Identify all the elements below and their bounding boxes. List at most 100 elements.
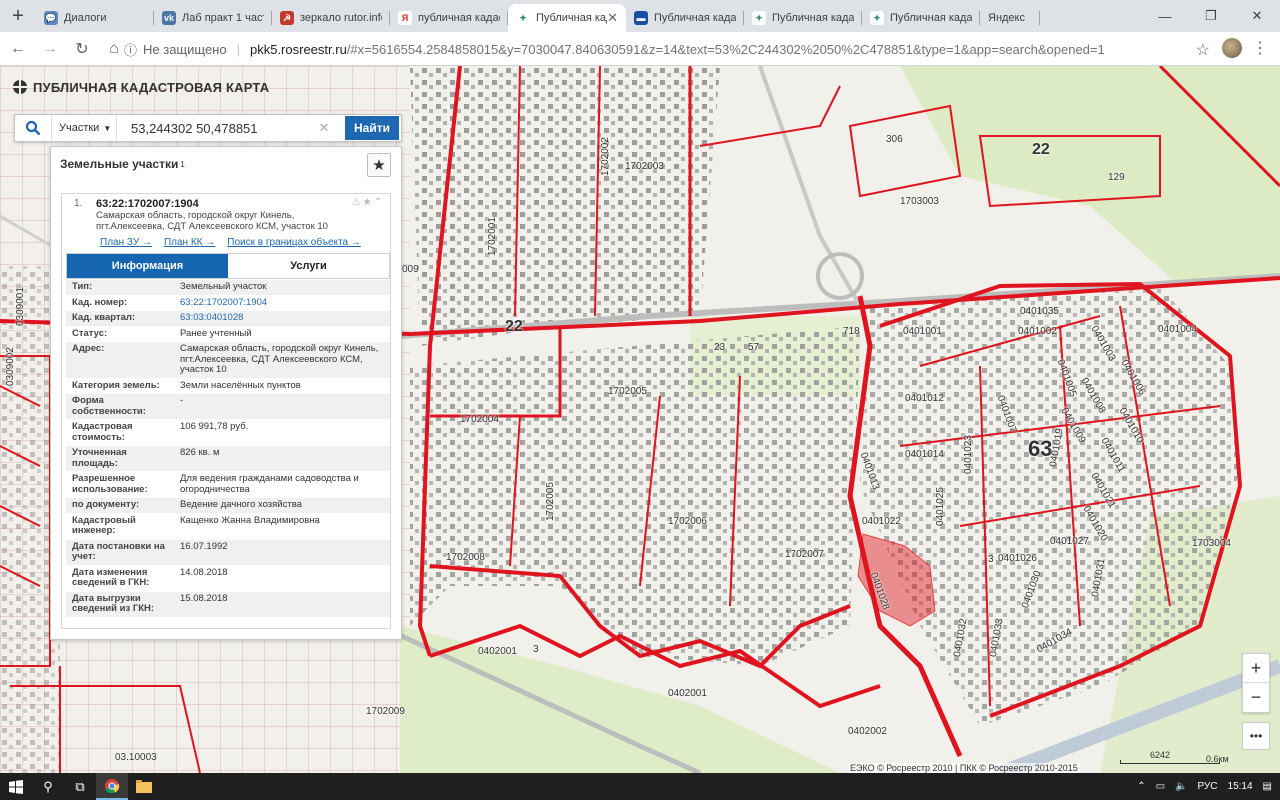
- maximize-icon[interactable]: ❐: [1188, 0, 1234, 32]
- search-button[interactable]: Найти: [345, 116, 399, 140]
- task-view-icon[interactable]: ⧉: [64, 773, 96, 800]
- map-label: 1703004: [1192, 538, 1231, 549]
- info-row: Статус: Ранее учтенный: [66, 327, 390, 342]
- map-label: 0402001: [478, 646, 517, 657]
- info-row: Тип: Земельный участок: [66, 280, 390, 296]
- link-search-bounds[interactable]: Поиск в границах объекта →: [227, 237, 361, 248]
- map-label: 1702005: [608, 386, 647, 397]
- up-arrow-icon[interactable]: ⌃: [1137, 781, 1145, 792]
- info-row: Уточненная площадь: 826 кв. м: [66, 446, 390, 472]
- tab-title: Лаб практ 1 часть: [182, 12, 264, 24]
- address-bar[interactable]: ⓘ Не защищено | pkk5.rosreestr.ru /#x=56…: [124, 36, 1214, 62]
- browser-tab[interactable]: ▬ Публичная кадаст: [626, 4, 744, 32]
- favorites-star-icon[interactable]: ★: [367, 153, 391, 177]
- reload-icon[interactable]: ↻: [68, 35, 96, 63]
- windows-start-icon[interactable]: [0, 773, 32, 800]
- map-label: 0401002: [1018, 326, 1057, 337]
- back-icon[interactable]: ←: [4, 35, 32, 63]
- network-icon[interactable]: ▭: [1156, 781, 1165, 792]
- forward-icon[interactable]: →: [36, 35, 64, 63]
- info-value[interactable]: 63:03:0401028: [174, 312, 390, 324]
- file-explorer-icon[interactable]: [128, 773, 160, 800]
- result-links: План ЗУ → План КК → Поиск в границах объ…: [100, 237, 361, 248]
- map-label: 22: [1032, 141, 1050, 158]
- info-row: Кад. квартал: 63:03:0401028: [66, 311, 390, 327]
- tab-information[interactable]: Информация: [67, 254, 228, 278]
- zoom-in-icon[interactable]: +: [1243, 654, 1269, 683]
- screen: + 💬 Диалоги vk Лаб практ 1 часть ☭ зеркало ru…: [0, 0, 1280, 800]
- new-tab-icon[interactable]: +: [0, 0, 36, 32]
- language-indicator[interactable]: РУС: [1197, 781, 1217, 792]
- tab-favicon-icon: ✦: [516, 11, 530, 25]
- browser-tab[interactable]: ✦ Публичная кадаст✕: [508, 4, 626, 32]
- app-title[interactable]: ПУБЛИЧНАЯ КАДАСТРОВАЯ КАРТА: [12, 79, 269, 95]
- info-key: Статус:: [72, 327, 108, 339]
- link-plan-kk[interactable]: План КК →: [164, 237, 215, 248]
- map-label: 0401014: [905, 449, 944, 460]
- browser-toolbar: ← → ↻ ⌂ ⓘ Не защищено | pkk5.rosreestr.r…: [0, 32, 1280, 66]
- close-tab-icon[interactable]: ✕: [607, 10, 618, 26]
- clock[interactable]: 15:14: [1228, 781, 1253, 792]
- url-path: /#x=5616554.2584858015&y=7030047.8406305…: [346, 41, 1105, 57]
- search-taskbar-icon[interactable]: ⚲: [32, 773, 64, 800]
- search-type-value: Участки: [59, 122, 100, 134]
- rosreestr-logo-icon: [13, 80, 27, 94]
- profile-avatar[interactable]: [1222, 38, 1242, 58]
- browser-tab-strip: + 💬 Диалоги vk Лаб практ 1 часть ☭ зеркало ru…: [0, 0, 1280, 32]
- card-actions-icons[interactable]: ⚠★⌃: [352, 197, 384, 208]
- browser-tab[interactable]: ✦ Публичная кадаст: [862, 4, 980, 32]
- scale-line: [1120, 760, 1220, 764]
- search-icon[interactable]: [15, 115, 51, 141]
- link-plan-zu[interactable]: План ЗУ →: [100, 237, 152, 248]
- search-input[interactable]: [117, 116, 313, 140]
- tab-services[interactable]: Услуги: [228, 254, 389, 278]
- bookmark-star-icon[interactable]: ☆: [1196, 40, 1210, 60]
- info-row: Кад. номер: 63:22:1702007:1904: [66, 296, 390, 311]
- map-label: 1702009: [366, 706, 405, 717]
- security-label: Не защищено: [143, 41, 227, 57]
- clear-icon[interactable]: ✕: [313, 120, 335, 136]
- info-value: 15.08.2018: [180, 592, 228, 604]
- info-key: Кадастровая стоимость:: [72, 421, 133, 443]
- browser-tab[interactable]: 💬 Диалоги: [36, 4, 154, 32]
- more-options-icon[interactable]: •••: [1242, 722, 1270, 750]
- browser-tab[interactable]: Япубличная кадастр: [390, 4, 508, 32]
- tab-favicon-icon: vk: [162, 11, 176, 25]
- tab-favicon-icon: Я: [398, 11, 412, 25]
- info-value: 16.07.1992: [180, 540, 228, 552]
- browser-tab[interactable]: ✦ Публичная кадаст: [744, 4, 862, 32]
- info-row: Дата выгрузки сведений из ГКН: 15.08.2018: [66, 591, 390, 618]
- map-label: 1702002: [600, 137, 611, 176]
- info-key: Кад. номер:: [72, 296, 128, 308]
- chevron-down-icon: ▼: [103, 123, 112, 133]
- info-key: Кадастровый инженер:: [72, 514, 136, 536]
- map-label: 1702001: [487, 217, 498, 256]
- windows-taskbar: ⚲ ⧉ ⌃ ▭ 🔈 РУС 15:14 ▤: [0, 773, 1280, 800]
- search-type-select[interactable]: Участки ▼: [51, 115, 117, 141]
- cad-number-title[interactable]: 63:22:1702007:1904: [96, 198, 199, 210]
- browser-menu-icon[interactable]: ⋮: [1252, 38, 1268, 58]
- info-icon[interactable]: ⓘ: [124, 40, 137, 59]
- zoom-out-icon[interactable]: −: [1243, 683, 1269, 712]
- tab-yandex[interactable]: Яндекс: [980, 4, 1040, 32]
- map-label: 0401001: [903, 326, 942, 337]
- tab-favicon-icon: ✦: [870, 11, 884, 25]
- map-label: 0401027: [1050, 536, 1089, 547]
- info-row: Дата постановки на учет: 16.07.1992: [66, 539, 390, 566]
- info-key: Разрешенное использование:: [72, 473, 148, 495]
- map-label: 1703003: [900, 196, 939, 207]
- minimize-icon[interactable]: —: [1142, 0, 1188, 32]
- info-value: 14.08.2018: [180, 566, 228, 578]
- browser-tab[interactable]: ☭ зеркало rutor.info: [272, 4, 390, 32]
- close-window-icon[interactable]: ✕: [1234, 0, 1280, 32]
- notifications-icon[interactable]: ▤: [1263, 781, 1272, 792]
- map-label: 0309001: [15, 287, 26, 326]
- chrome-taskbar-icon[interactable]: [96, 773, 128, 800]
- info-value[interactable]: 63:22:1702007:1904: [174, 297, 390, 309]
- info-key: Форма собственности:: [72, 395, 146, 417]
- volume-icon[interactable]: 🔈: [1175, 781, 1187, 792]
- tab-favicon-icon: ☭: [280, 11, 294, 25]
- info-value: Для ведения гражданами садоводства и ого…: [180, 473, 359, 495]
- map-label: 03.10003: [115, 752, 157, 763]
- browser-tab[interactable]: vk Лаб практ 1 часть: [154, 4, 272, 32]
